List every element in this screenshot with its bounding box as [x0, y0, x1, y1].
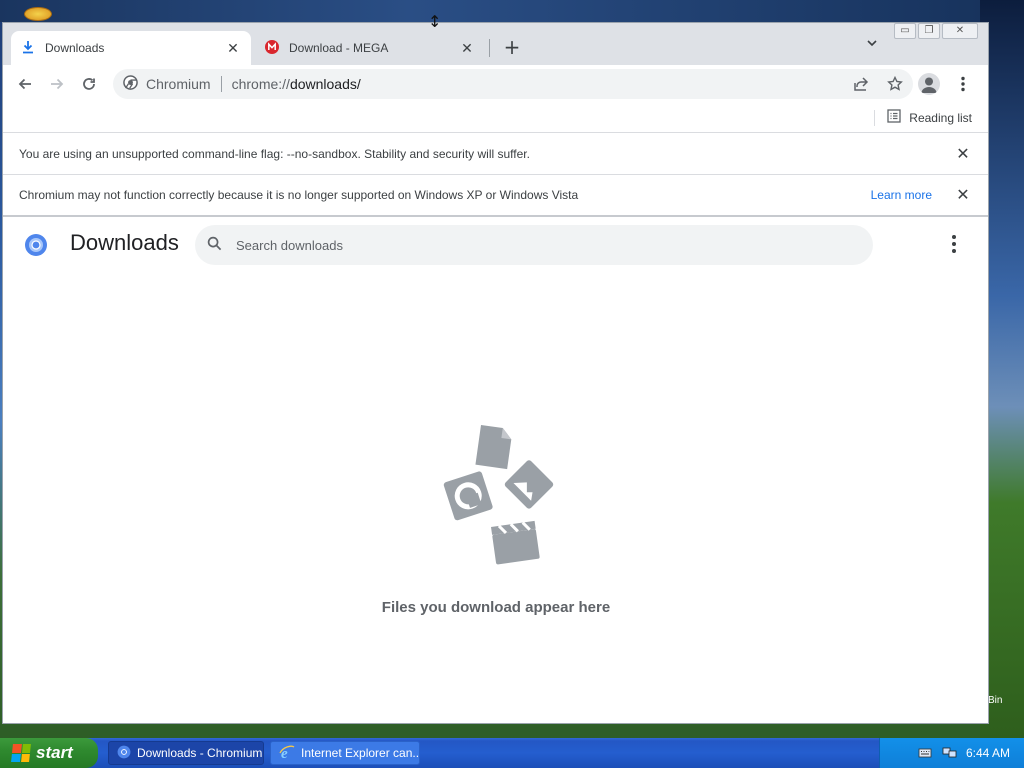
- tab-close-icon[interactable]: ✕: [459, 40, 475, 56]
- tab-strip: Downloads ✕ Download - MEGA ✕ + ▭ ❐ ✕: [3, 23, 988, 65]
- empty-downloads-illustration: [443, 425, 554, 565]
- bookmarks-bar: Reading list: [3, 103, 988, 133]
- reading-list-button[interactable]: Reading list: [874, 109, 972, 126]
- reading-list-separator: [874, 109, 876, 126]
- infobar-close-icon[interactable]: ✕: [950, 185, 976, 205]
- start-label: start: [36, 743, 73, 762]
- audio-icon: [443, 471, 493, 521]
- downloads-header: Downloads: [3, 217, 988, 273]
- restore-button[interactable]: ❐: [918, 23, 940, 39]
- chromium-site-icon: [123, 75, 138, 93]
- taskbar-item-label: Downloads - Chromium: [137, 746, 263, 760]
- chromium-logo-icon: [24, 233, 48, 257]
- infobar-sandbox-warning: You are using an unsupported command-lin…: [3, 134, 988, 175]
- mega-icon: [265, 39, 279, 57]
- windows-logo-icon: [11, 744, 31, 762]
- profile-avatar-icon[interactable]: [914, 69, 944, 99]
- reading-list-label: Reading list: [909, 110, 972, 125]
- more-menu-icon[interactable]: [948, 69, 978, 99]
- share-icon[interactable]: [846, 69, 876, 99]
- url-host: downloads/: [289, 76, 361, 92]
- page-title: Downloads: [70, 230, 179, 255]
- keyboard-icon[interactable]: [918, 746, 932, 760]
- site-label: Chromium: [146, 76, 211, 92]
- tab-title: Downloads: [45, 41, 105, 55]
- infobar-message: You are using an unsupported command-lin…: [19, 147, 530, 161]
- resize-cursor-icon: ↕: [428, 12, 442, 31]
- back-button[interactable]: [9, 68, 41, 100]
- close-window-button[interactable]: ✕: [942, 23, 978, 39]
- infobar-unsupported-os: Chromium may not function correctly beca…: [3, 175, 988, 217]
- ie-icon: e: [279, 744, 295, 763]
- reload-button[interactable]: [73, 68, 105, 100]
- desktop-icon[interactable]: [24, 7, 52, 21]
- tab-title: Download - MEGA: [289, 41, 389, 55]
- taskbar: start Downloads - Chromium e Internet Ex…: [0, 738, 1024, 768]
- forward-button[interactable]: [41, 68, 73, 100]
- tab-downloads[interactable]: Downloads ✕: [11, 31, 251, 65]
- desktop-wallpaper-top: [0, 0, 1024, 22]
- tab-close-icon[interactable]: ✕: [225, 40, 241, 56]
- network-icon[interactable]: [942, 746, 957, 760]
- tab-mega[interactable]: Download - MEGA ✕: [255, 31, 485, 65]
- taskbar-item-internet-explorer[interactable]: e Internet Explorer can...: [270, 741, 420, 765]
- recycle-bin-label[interactable]: Bin: [988, 695, 1002, 706]
- learn-more-link[interactable]: Learn more: [871, 188, 932, 202]
- window-controls: ▭ ❐ ✕: [894, 23, 978, 39]
- downloads-page: Downloads Files you download: [3, 217, 988, 723]
- toolbar: Chromium chrome://downloads/: [3, 65, 988, 103]
- video-icon: [491, 520, 540, 565]
- tab-search-chevron-icon[interactable]: [861, 37, 883, 59]
- url-text: chrome://downloads/: [232, 76, 361, 92]
- tab-separator: [489, 39, 490, 57]
- url-prefix: chrome://: [231, 76, 290, 92]
- empty-state-message: Files you download appear here: [381, 599, 611, 616]
- more-actions-icon[interactable]: [944, 235, 964, 255]
- system-tray: 6:44 AM: [879, 738, 1024, 768]
- search-downloads-box[interactable]: [195, 225, 873, 265]
- reading-list-icon: [887, 109, 901, 126]
- document-icon: [475, 425, 512, 470]
- taskbar-item-chromium[interactable]: Downloads - Chromium: [108, 741, 264, 765]
- image-icon: [504, 460, 554, 509]
- new-tab-button[interactable]: +: [501, 37, 523, 59]
- omnibox-separator: [220, 76, 222, 92]
- bookmark-star-icon[interactable]: [880, 69, 910, 99]
- chromium-icon: [117, 745, 131, 762]
- taskbar-item-label: Internet Explorer can...: [301, 746, 419, 760]
- toolbar-actions: [846, 69, 978, 99]
- start-button[interactable]: start: [0, 738, 98, 768]
- infobar-close-icon[interactable]: ✕: [950, 144, 976, 164]
- download-icon: [21, 40, 35, 57]
- minimize-button[interactable]: ▭: [894, 23, 916, 39]
- system-clock: 6:44 AM: [965, 746, 1010, 760]
- search-icon: [207, 236, 222, 255]
- address-bar[interactable]: Chromium chrome://downloads/: [113, 69, 913, 99]
- infobar-message: Chromium may not function correctly beca…: [19, 188, 579, 202]
- search-input[interactable]: [236, 237, 836, 253]
- browser-window: Downloads ✕ Download - MEGA ✕ + ▭ ❐ ✕ Ch…: [2, 22, 989, 724]
